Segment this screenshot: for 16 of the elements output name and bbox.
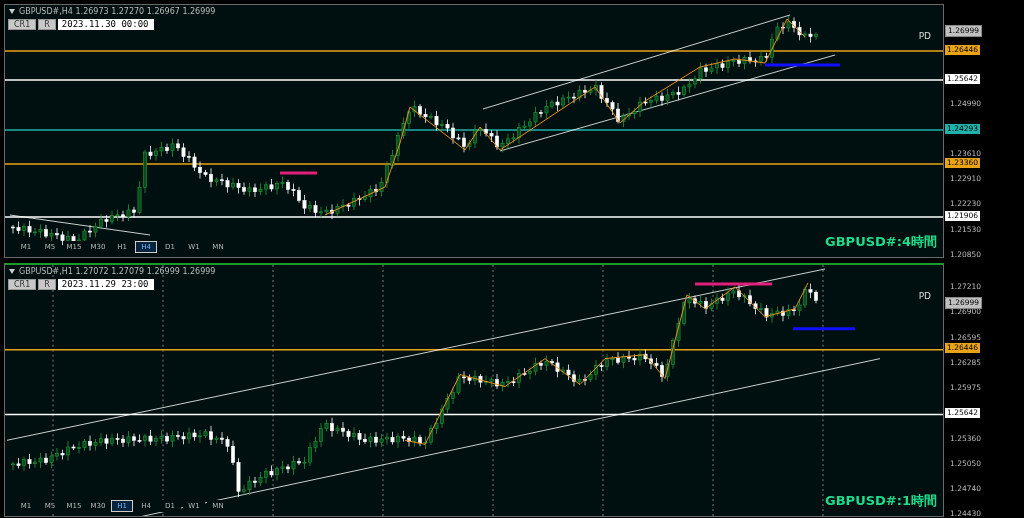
chart-button[interactable]: R [38, 19, 56, 30]
chart-button[interactable]: R [38, 279, 56, 290]
symbol-quote: GBPUSD#,H1 1.27072 1.27079 1.26999 1.26999 [19, 267, 216, 276]
date-field[interactable]: 2023.11.29 23:00 [57, 279, 154, 290]
indicator-label: PD [918, 31, 931, 41]
zone-marker [280, 171, 317, 175]
dropdown-icon[interactable] [9, 9, 15, 14]
chart-button[interactable]: CR1 [8, 279, 37, 290]
date-field[interactable]: 2023.11.30 00:00 [57, 19, 154, 30]
dropdown-icon[interactable] [9, 269, 15, 274]
chart-title: GBPUSD#:4時間 [825, 233, 937, 251]
symbol-quote: GBPUSD#,H4 1.26973 1.27270 1.26967 1.26999 [19, 7, 216, 16]
indicator-label: PD [918, 291, 931, 301]
chart-button[interactable]: CR1 [8, 19, 37, 30]
zone-marker [793, 327, 855, 331]
chart-title: GBPUSD#:1時間 [825, 492, 937, 510]
